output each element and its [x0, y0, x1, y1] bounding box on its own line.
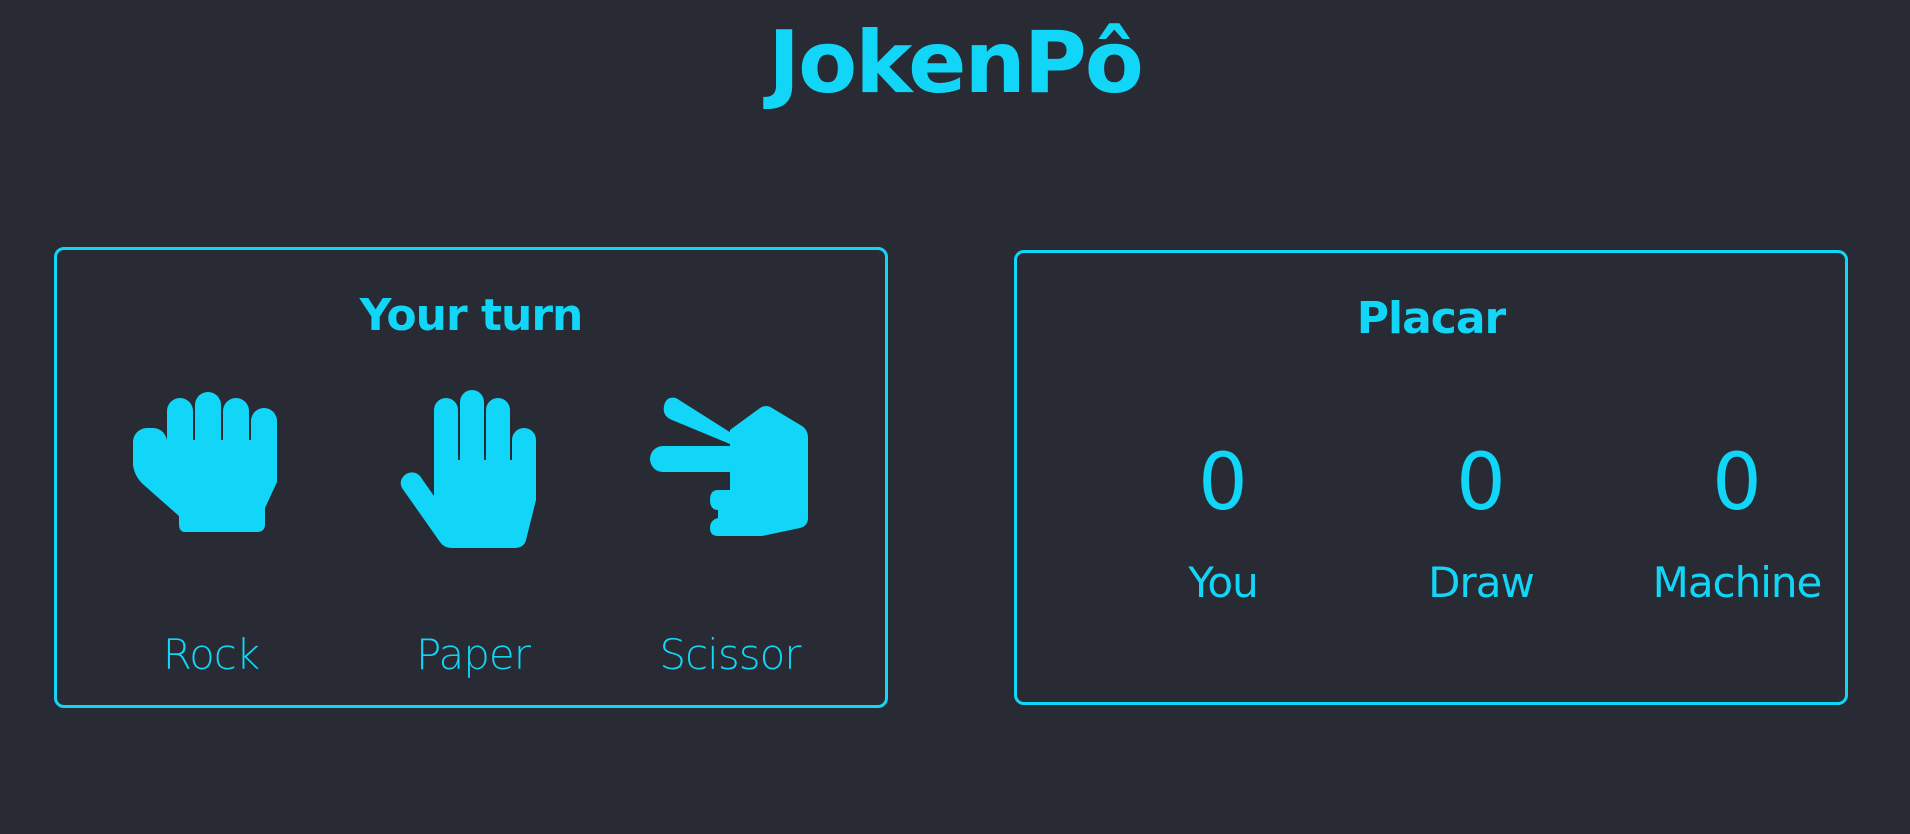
your-turn-heading: Your turn [359, 290, 584, 341]
paper-label: Paper [416, 630, 531, 679]
you-score-value: 0 [1198, 438, 1248, 528]
draw-score-value: 0 [1456, 438, 1506, 528]
fist-hand-icon [131, 390, 291, 544]
game-title: JokenPô [768, 13, 1144, 113]
paper-choice-button[interactable]: Paper [353, 390, 593, 690]
open-hand-icon [398, 390, 548, 554]
machine-score-label: Machine [1652, 558, 1823, 607]
machine-score: 0 Machine [1627, 433, 1847, 693]
draw-score-label: Draw [1428, 558, 1535, 607]
you-score-label: You [1188, 558, 1258, 607]
game-screen: JokenPô Your turn Rock Paper Scissor Pla… [0, 0, 1910, 834]
score-panel: Placar 0 You 0 Draw 0 Machine [1014, 250, 1848, 705]
pointing-hand-icon [650, 390, 810, 544]
rock-label: Rock [162, 630, 260, 679]
your-turn-panel: Your turn Rock Paper Scissor [54, 247, 888, 708]
scissor-label: Scissor [659, 630, 801, 679]
draw-score: 0 Draw [1371, 433, 1591, 693]
you-score: 0 You [1113, 433, 1333, 693]
machine-score-value: 0 [1712, 438, 1762, 528]
scissor-choice-button[interactable]: Scissor [610, 390, 850, 690]
score-heading: Placar [1356, 293, 1507, 344]
rock-choice-button[interactable]: Rock [91, 390, 331, 690]
